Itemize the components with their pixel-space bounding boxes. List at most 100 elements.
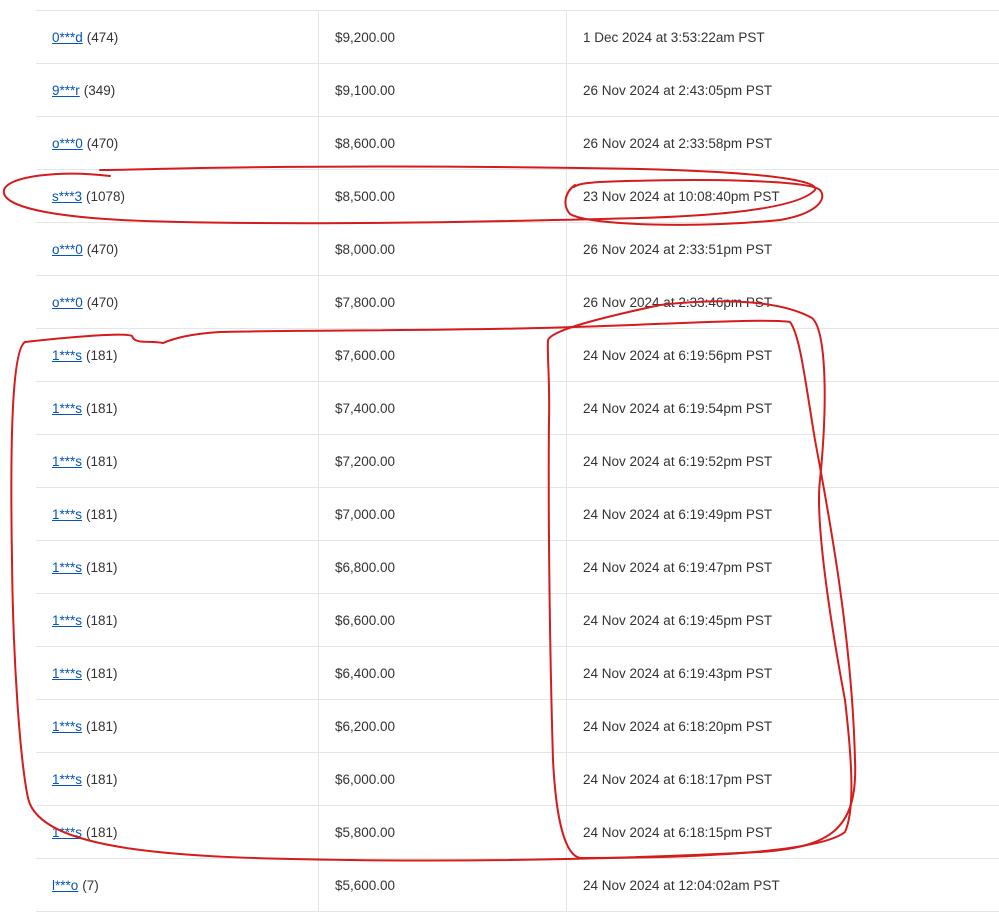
bidder-cell: 1***s (181) — [36, 541, 319, 593]
feedback-score: (470) — [86, 294, 119, 310]
bidder-link[interactable]: l***o — [52, 878, 78, 893]
bid-amount: $6,000.00 — [319, 753, 567, 805]
bid-time: 24 Nov 2024 at 6:19:56pm PST — [583, 347, 773, 363]
bid-time: 24 Nov 2024 at 6:19:52pm PST — [583, 453, 773, 469]
bid-amount: $9,200.00 — [319, 11, 567, 63]
feedback-score: (181) — [86, 559, 118, 575]
bid-amount: $7,400.00 — [319, 382, 567, 434]
bid-amount: $5,600.00 — [319, 859, 567, 911]
table-row: 1***s (181) $6,400.00 24 Nov 2024 at 6:1… — [36, 647, 999, 700]
bidder-link[interactable]: 9***r — [52, 83, 80, 98]
bid-amount: $8,000.00 — [319, 223, 567, 275]
feedback-score: (1078) — [86, 188, 126, 204]
bid-history-table: 0***d (474) $9,200.00 1 Dec 2024 at 3:53… — [36, 10, 999, 912]
bidder-link[interactable]: 1***s — [52, 560, 82, 575]
bidder-link[interactable]: 1***s — [52, 613, 82, 628]
feedback-score: (474) — [86, 29, 119, 45]
bid-time: 26 Nov 2024 at 2:33:46pm PST — [583, 294, 773, 310]
bidder-cell: 1***s (181) — [36, 382, 319, 434]
bidder-link[interactable]: 1***s — [52, 401, 82, 416]
feedback-score: (181) — [86, 453, 118, 469]
feedback-score: (181) — [86, 347, 118, 363]
bidder-cell: o***0 (470) — [36, 223, 319, 275]
table-row: 1***s (181) $7,000.00 24 Nov 2024 at 6:1… — [36, 488, 999, 541]
table-row: o***0 (470) $8,600.00 26 Nov 2024 at 2:3… — [36, 117, 999, 170]
bid-time: 26 Nov 2024 at 2:43:05pm PST — [583, 82, 773, 98]
bid-time: 24 Nov 2024 at 6:19:45pm PST — [583, 612, 773, 628]
bid-time: 24 Nov 2024 at 6:18:17pm PST — [583, 771, 773, 787]
feedback-score: (181) — [86, 718, 118, 734]
bidder-cell: 1***s (181) — [36, 647, 319, 699]
table-row: 1***s (181) $6,200.00 24 Nov 2024 at 6:1… — [36, 700, 999, 753]
bidder-cell: 1***s (181) — [36, 435, 319, 487]
table-row: 1***s (181) $6,000.00 24 Nov 2024 at 6:1… — [36, 753, 999, 806]
feedback-score: (470) — [86, 135, 119, 151]
table-row: s***3 (1078) $8,500.00 23 Nov 2024 at 10… — [36, 170, 999, 223]
feedback-score: (181) — [86, 824, 118, 840]
bid-amount: $8,600.00 — [319, 117, 567, 169]
bidder-link[interactable]: o***0 — [52, 136, 83, 151]
bid-time: 26 Nov 2024 at 2:33:51pm PST — [583, 241, 773, 257]
bidder-link[interactable]: 1***s — [52, 825, 82, 840]
table-row: o***0 (470) $8,000.00 26 Nov 2024 at 2:3… — [36, 223, 999, 276]
bidder-link[interactable]: 1***s — [52, 719, 82, 734]
bidder-link[interactable]: o***0 — [52, 295, 83, 310]
table-row: 1***s (181) $6,600.00 24 Nov 2024 at 6:1… — [36, 594, 999, 647]
bid-amount: $7,000.00 — [319, 488, 567, 540]
table-row: 1***s (181) $6,800.00 24 Nov 2024 at 6:1… — [36, 541, 999, 594]
bidder-link[interactable]: o***0 — [52, 242, 83, 257]
bid-amount: $6,600.00 — [319, 594, 567, 646]
bidder-link[interactable]: s***3 — [52, 189, 82, 204]
bid-amount: $8,500.00 — [319, 170, 567, 222]
bidder-cell: 1***s (181) — [36, 329, 319, 381]
bid-time: 24 Nov 2024 at 6:19:49pm PST — [583, 506, 773, 522]
table-row: 1***s (181) $7,200.00 24 Nov 2024 at 6:1… — [36, 435, 999, 488]
bidder-link[interactable]: 1***s — [52, 507, 82, 522]
bid-time: 24 Nov 2024 at 6:19:54pm PST — [583, 400, 773, 416]
bid-time: 24 Nov 2024 at 6:19:47pm PST — [583, 559, 773, 575]
table-row: 1***s (181) $7,400.00 24 Nov 2024 at 6:1… — [36, 382, 999, 435]
feedback-score: (181) — [86, 506, 118, 522]
bidder-cell: 1***s (181) — [36, 753, 319, 805]
bidder-link[interactable]: 0***d — [52, 30, 83, 45]
bidder-cell: o***0 (470) — [36, 117, 319, 169]
bid-amount: $6,400.00 — [319, 647, 567, 699]
bid-time: 1 Dec 2024 at 3:53:22am PST — [583, 29, 765, 45]
bidder-cell: s***3 (1078) — [36, 170, 319, 222]
feedback-score: (181) — [86, 665, 118, 681]
bidder-cell: 0***d (474) — [36, 11, 319, 63]
bidder-cell: 1***s (181) — [36, 594, 319, 646]
bidder-cell: 1***s (181) — [36, 488, 319, 540]
table-row: 1***s (181) $5,800.00 24 Nov 2024 at 6:1… — [36, 806, 999, 859]
bidder-cell: l***o (7) — [36, 859, 319, 911]
bidder-link[interactable]: 1***s — [52, 666, 82, 681]
bid-amount: $5,800.00 — [319, 806, 567, 858]
bid-time: 24 Nov 2024 at 6:18:15pm PST — [583, 824, 773, 840]
feedback-score: (181) — [86, 612, 118, 628]
bidder-cell: 1***s (181) — [36, 806, 319, 858]
bidder-link[interactable]: 1***s — [52, 348, 82, 363]
table-row: o***0 (470) $7,800.00 26 Nov 2024 at 2:3… — [36, 276, 999, 329]
table-row: 0***d (474) $9,200.00 1 Dec 2024 at 3:53… — [36, 11, 999, 64]
bidder-link[interactable]: 1***s — [52, 454, 82, 469]
bid-time: 23 Nov 2024 at 10:08:40pm PST — [583, 188, 780, 204]
bid-amount: $6,800.00 — [319, 541, 567, 593]
bid-time: 26 Nov 2024 at 2:33:58pm PST — [583, 135, 773, 151]
bidder-cell: o***0 (470) — [36, 276, 319, 328]
bid-time: 24 Nov 2024 at 6:18:20pm PST — [583, 718, 773, 734]
feedback-score: (181) — [86, 400, 118, 416]
bidder-link[interactable]: 1***s — [52, 772, 82, 787]
bidder-cell: 1***s (181) — [36, 700, 319, 752]
table-row: 9***r (349) $9,100.00 26 Nov 2024 at 2:4… — [36, 64, 999, 117]
bid-time: 24 Nov 2024 at 6:19:43pm PST — [583, 665, 773, 681]
bid-amount: $7,800.00 — [319, 276, 567, 328]
table-row: 1***s (181) $7,600.00 24 Nov 2024 at 6:1… — [36, 329, 999, 382]
bidder-cell: 9***r (349) — [36, 64, 319, 116]
bid-amount: $6,200.00 — [319, 700, 567, 752]
feedback-score: (7) — [82, 877, 99, 893]
feedback-score: (349) — [83, 82, 116, 98]
bid-amount: $7,600.00 — [319, 329, 567, 381]
bid-amount: $9,100.00 — [319, 64, 567, 116]
bid-amount: $7,200.00 — [319, 435, 567, 487]
bid-time: 24 Nov 2024 at 12:04:02am PST — [583, 877, 780, 893]
